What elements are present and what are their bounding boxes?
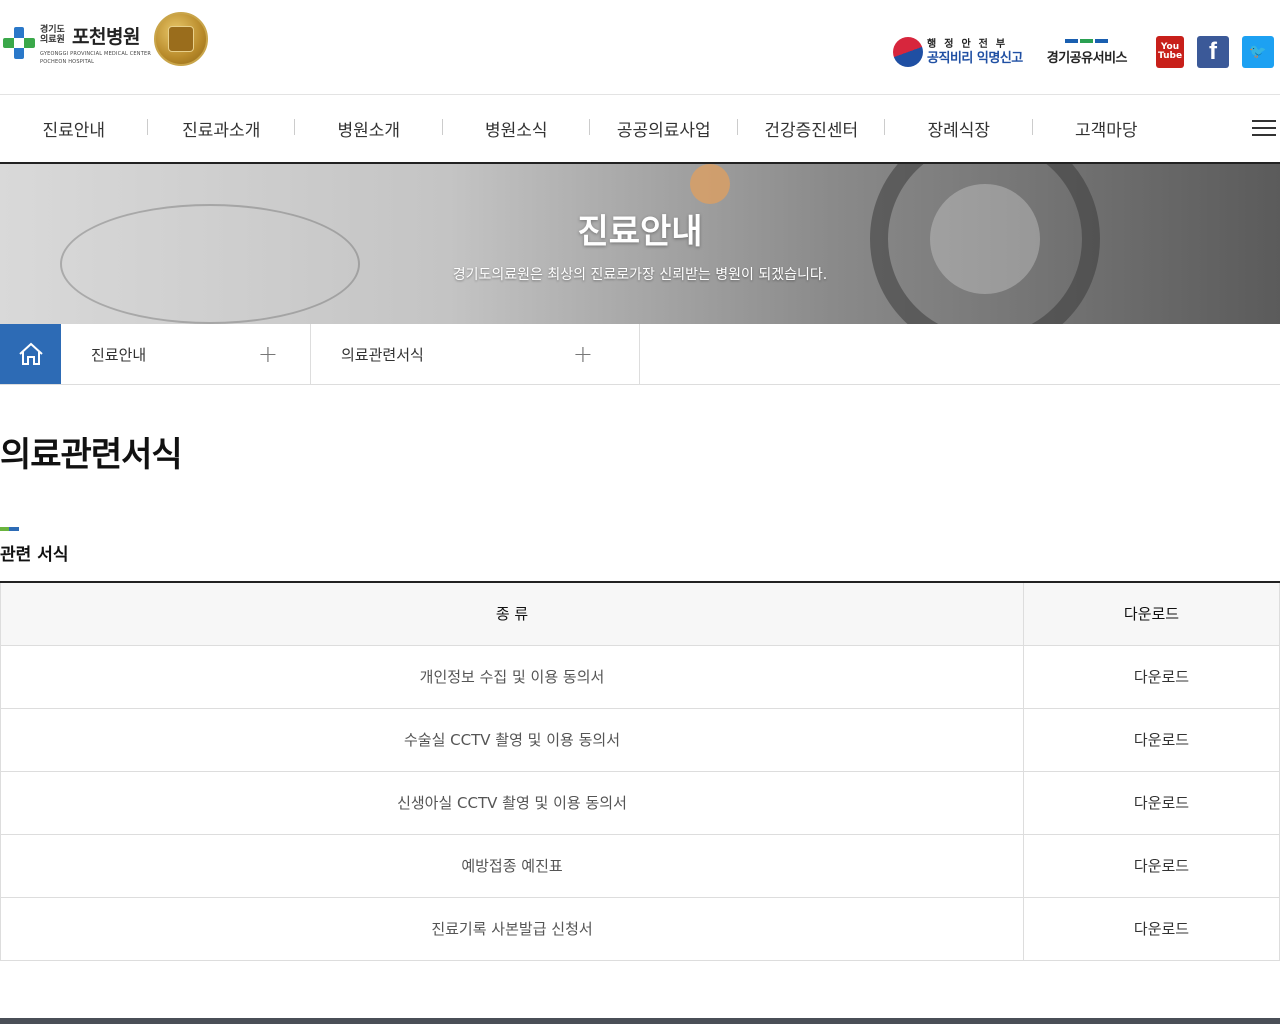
logo-english-line1: GYEONGGI PROVINCIAL MEDICAL CENTER <box>40 50 152 57</box>
form-name: 수술실 CCTV 촬영 및 이용 동의서 <box>0 707 1024 772</box>
share-service-label: 경기공유서비스 <box>1046 50 1128 66</box>
download-link[interactable]: 다운로드 <box>1134 668 1189 686</box>
gnb-item-health-center[interactable]: 건강증진센터 <box>738 116 886 141</box>
visual-subtitle: 경기도의료원은 최상의 진료로가장 신뢰받는 병원이 되겠습니다. <box>452 267 828 283</box>
gnb-item-treatment-guide[interactable]: 진료안내 <box>0 116 148 141</box>
home-icon[interactable] <box>0 324 61 384</box>
anonymous-report-link[interactable]: 행정안전부 공직비리 익명신고 <box>893 37 1023 67</box>
visual-title: 진료안내 <box>577 212 703 252</box>
share-service-logo-icon <box>1065 38 1109 43</box>
utility-links: 행정안전부 공직비리 익명신고 경기공유서비스 You Tube f 🐦 <box>893 36 1274 68</box>
youtube-icon[interactable]: You Tube <box>1156 36 1184 68</box>
breadcrumb-depth1[interactable]: 진료안내 + <box>61 324 311 384</box>
gyeonggi-share-service-link[interactable]: 경기공유서비스 <box>1046 38 1128 66</box>
table-row: 예방접종 예진표 다운로드 <box>0 833 1280 898</box>
twitter-icon[interactable]: 🐦 <box>1242 36 1274 68</box>
download-link[interactable]: 다운로드 <box>1134 920 1189 938</box>
section-title: 관련 서식 <box>0 545 69 565</box>
download-link[interactable]: 다운로드 <box>1134 794 1189 812</box>
table-row: 진료기록 사본발급 신청서 다운로드 <box>0 896 1280 961</box>
hospital-cross-icon <box>3 27 35 59</box>
main-navigation: 진료안내 진료과소개 병원소개 병원소식 공공의료사업 건강증진센터 장례식장 … <box>0 95 1280 164</box>
logo-text: 경기도 의료원 포천병원 GYEONGGI PROVINCIAL MEDICAL… <box>40 22 151 65</box>
table-row: 수술실 CCTV 촬영 및 이용 동의서 다운로드 <box>0 707 1280 772</box>
report-ministry-label: 행정안전부 <box>927 38 1014 50</box>
menu-hamburger-icon[interactable] <box>1252 120 1276 138</box>
logo-small-line2: 의료원 <box>40 35 65 45</box>
breadcrumb-depth1-label: 진료안내 <box>91 345 147 364</box>
gnb-item-funeral-hall[interactable]: 장례식장 <box>885 116 1033 141</box>
logo-english-line2: POCHEON HOSPITAL <box>40 58 95 65</box>
certification-medal-icon <box>154 12 209 66</box>
section-title-bar <box>0 527 19 531</box>
form-name: 진료기록 사본발급 신청서 <box>0 896 1024 961</box>
page-title: 의료관련서식 <box>0 435 183 475</box>
gnb-item-customer[interactable]: 고객마당 <box>1033 116 1181 141</box>
form-name: 예방접종 예진표 <box>0 833 1024 898</box>
breadcrumb: 진료안내 + 의료관련서식 + <box>0 324 1280 385</box>
gnb-item-about-hospital[interactable]: 병원소개 <box>295 116 443 141</box>
hospital-logo[interactable]: 경기도 의료원 포천병원 GYEONGGI PROVINCIAL MEDICAL… <box>3 12 209 66</box>
forms-table: 종 류 다운로드 개인정보 수집 및 이용 동의서 다운로드 수술실 CCTV … <box>0 581 1280 961</box>
logo-small-line1: 경기도 <box>40 25 65 35</box>
form-name: 개인정보 수집 및 이용 동의서 <box>0 644 1024 709</box>
download-link[interactable]: 다운로드 <box>1134 731 1189 749</box>
breadcrumb-depth2-label: 의료관련서식 <box>341 345 424 364</box>
sub-visual-banner: 진료안내 경기도의료원은 최상의 진료로가장 신뢰받는 병원이 되겠습니다. <box>0 164 1280 324</box>
footer-top-edge <box>0 1018 1280 1024</box>
facebook-icon[interactable]: f <box>1197 36 1229 68</box>
column-header-download: 다운로드 <box>1023 581 1280 646</box>
form-name: 신생아실 CCTV 촬영 및 이용 동의서 <box>0 770 1024 835</box>
report-label: 공직비리 익명신고 <box>927 50 1023 66</box>
gnb-item-public-medical[interactable]: 공공의료사업 <box>590 116 738 141</box>
breadcrumb-depth2[interactable]: 의료관련서식 + <box>311 324 640 384</box>
gnb-item-hospital-news[interactable]: 병원소식 <box>443 116 591 141</box>
gnb-item-departments[interactable]: 진료과소개 <box>148 116 296 141</box>
site-header: 경기도 의료원 포천병원 GYEONGGI PROVINCIAL MEDICAL… <box>0 0 1280 95</box>
plus-icon: + <box>572 340 593 368</box>
table-header-row: 종 류 다운로드 <box>0 581 1280 646</box>
logo-hospital-name: 포천병원 <box>72 25 140 48</box>
government-emblem-icon <box>893 37 924 67</box>
main-content: 의료관련서식 관련 서식 종 류 다운로드 개인정보 수집 및 이용 동의서 다… <box>0 427 1280 961</box>
table-row: 개인정보 수집 및 이용 동의서 다운로드 <box>0 644 1280 709</box>
column-header-type: 종 류 <box>0 581 1024 646</box>
plus-icon: + <box>257 340 278 368</box>
table-row: 신생아실 CCTV 촬영 및 이용 동의서 다운로드 <box>0 770 1280 835</box>
download-link[interactable]: 다운로드 <box>1134 857 1189 875</box>
